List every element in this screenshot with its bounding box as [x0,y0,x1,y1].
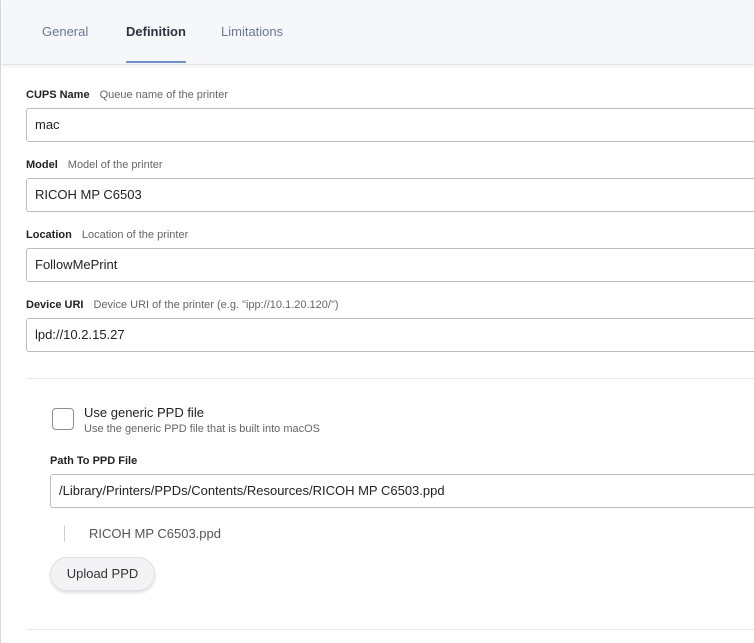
location-help: Location of the printer [81,229,189,241]
model-input[interactable]: RICOH MP C6503 [26,178,754,212]
cups-name-input[interactable]: mac [26,108,754,142]
upload-ppd-button[interactable]: Upload PPD [50,557,155,591]
ppd-path-label: Path To PPD File [50,455,138,467]
device-uri-help: Device URI of the printer (e.g. "ipp://1… [93,299,339,311]
model-help: Model of the printer [67,159,163,171]
section-divider [26,378,754,379]
tab-definition-label: Definition [126,24,186,39]
bottom-divider [26,629,754,630]
tab-definition[interactable]: Definition [126,0,186,64]
location-label-row: Location Location of the printer [26,229,188,241]
tab-general[interactable]: General [42,0,88,64]
ppd-path-input[interactable]: /Library/Printers/PPDs/Contents/Resource… [50,474,754,508]
location-value: FollowMePrint [35,257,118,272]
device-uri-input[interactable]: lpd://10.2.15.27 [26,318,754,352]
model-value: RICOH MP C6503 [35,187,142,202]
generic-ppd-checkbox[interactable] [52,408,74,430]
tab-limitations-label: Limitations [221,24,284,39]
ppd-file-name: RICOH MP C6503.ppd [89,526,221,541]
active-tab-indicator [126,61,186,63]
cups-name-label-row: CUPS Name Queue name of the printer [26,89,228,101]
tab-limitations[interactable]: Limitations [221,0,283,64]
ppd-path-value: /Library/Printers/PPDs/Contents/Resource… [59,483,445,498]
device-uri-value: lpd://10.2.15.27 [35,327,125,342]
model-label: Model [26,159,58,171]
model-label-row: Model Model of the printer [26,159,163,171]
generic-ppd-help: Use the generic PPD file that is built i… [84,423,320,435]
cups-name-value: mac [35,117,60,132]
tab-general-label: General [42,24,89,39]
location-label: Location [26,229,72,241]
cups-name-help: Queue name of the printer [99,89,228,101]
cups-name-label: CUPS Name [26,89,90,101]
location-input[interactable]: FollowMePrint [26,248,754,282]
printer-settings-panel: General Definition Limitations CUPS Name… [0,0,754,643]
generic-ppd-label: Use generic PPD file [84,405,204,420]
device-uri-label-row: Device URI Device URI of the printer (e.g… [26,299,339,311]
upload-ppd-label: Upload PPD [66,566,139,581]
tab-bar: General Definition Limitations [2,0,754,65]
file-indent-line [64,525,65,542]
device-uri-label: Device URI [26,299,84,311]
